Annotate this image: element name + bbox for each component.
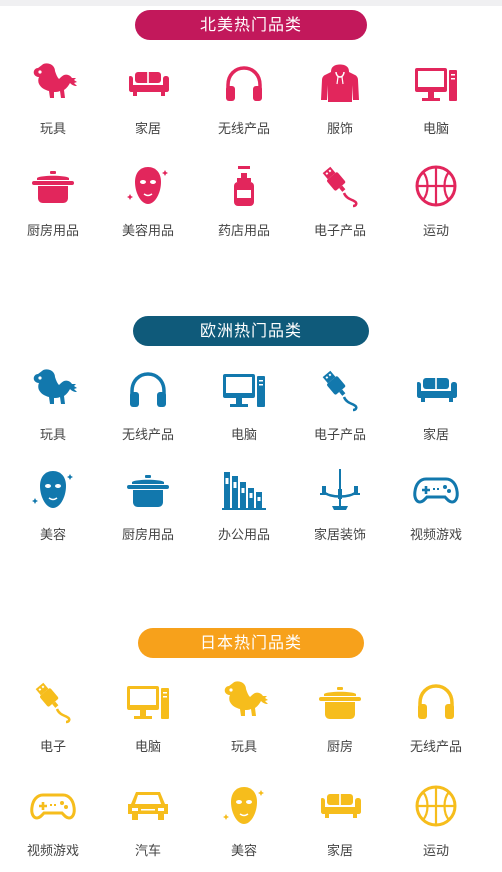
category-label: 美容用品 — [121, 224, 174, 239]
category-item[interactable]: 电脑 — [196, 366, 292, 456]
category-item[interactable]: 服饰 — [292, 60, 388, 150]
car-icon — [100, 782, 196, 830]
category-label: 汽车 — [134, 844, 161, 859]
category-item[interactable]: 美容 — [196, 782, 292, 872]
category-item[interactable]: 视频游戏 — [388, 466, 484, 556]
category-label: 运动 — [422, 224, 449, 239]
category-item[interactable]: 视频游戏 — [5, 782, 101, 872]
category-item[interactable]: 电脑 — [100, 678, 196, 768]
category-item[interactable]: 电子产品 — [292, 366, 388, 456]
category-item[interactable]: 电子产品 — [292, 162, 388, 252]
computer-icon — [388, 60, 484, 108]
gamepad-icon — [5, 782, 101, 830]
usb-cable-icon — [292, 162, 388, 210]
section-title-pill: 日本热门品类 — [138, 628, 364, 658]
category-item[interactable]: 家居 — [292, 782, 388, 872]
category-item[interactable]: 厨房用品 — [5, 162, 101, 252]
headphones-icon — [100, 366, 196, 414]
category-label: 办公用品 — [217, 528, 270, 543]
category-label: 家居 — [134, 122, 161, 137]
face-mask-icon — [100, 162, 196, 210]
category-item[interactable]: 电脑 — [388, 60, 484, 150]
category-label: 玩具 — [39, 122, 66, 137]
binders-icon — [196, 466, 292, 514]
headphones-icon — [388, 678, 484, 726]
category-label: 电脑 — [422, 122, 449, 137]
category-item[interactable]: 办公用品 — [196, 466, 292, 556]
category-item[interactable]: 玩具 — [5, 366, 101, 456]
category-label: 视频游戏 — [26, 844, 79, 859]
category-label: 电脑 — [230, 428, 257, 443]
category-label: 电子 — [39, 740, 66, 755]
chandelier-icon — [292, 466, 388, 514]
usb-cable-icon — [5, 678, 101, 726]
category-label: 家居装饰 — [313, 528, 366, 543]
category-item[interactable]: 电子 — [5, 678, 101, 768]
usb-cable-icon — [292, 366, 388, 414]
category-item[interactable]: 玩具 — [196, 678, 292, 768]
category-label: 玩具 — [39, 428, 66, 443]
category-label: 美容 — [230, 844, 257, 859]
dinosaur-icon — [5, 60, 101, 108]
category-item[interactable]: 运动 — [388, 162, 484, 252]
category-item[interactable]: 无线产品 — [100, 366, 196, 456]
gamepad-icon — [388, 466, 484, 514]
category-label: 无线产品 — [217, 122, 270, 137]
category-label: 无线产品 — [121, 428, 174, 443]
face-mask-icon — [196, 782, 292, 830]
sofa-icon — [388, 366, 484, 414]
category-item[interactable]: 运动 — [388, 782, 484, 872]
dinosaur-icon — [5, 366, 101, 414]
pump-bottle-icon — [196, 162, 292, 210]
category-item[interactable]: 药店用品 — [196, 162, 292, 252]
pot-icon — [5, 162, 101, 210]
category-item[interactable]: 厨房用品 — [100, 466, 196, 556]
category-label: 服饰 — [326, 122, 353, 137]
computer-icon — [196, 366, 292, 414]
category-label: 电脑 — [134, 740, 161, 755]
section-title-pill: 北美热门品类 — [135, 10, 367, 40]
category-label: 运动 — [422, 844, 449, 859]
category-label: 电子产品 — [313, 428, 366, 443]
category-item[interactable]: 家居装饰 — [292, 466, 388, 556]
category-item[interactable]: 美容用品 — [100, 162, 196, 252]
category-item[interactable]: 无线产品 — [388, 678, 484, 768]
category-item[interactable]: 美容 — [5, 466, 101, 556]
category-label: 玩具 — [230, 740, 257, 755]
top-bar — [0, 0, 502, 6]
category-item[interactable]: 汽车 — [100, 782, 196, 872]
category-label: 无线产品 — [409, 740, 462, 755]
category-label: 家居 — [422, 428, 449, 443]
category-label: 家居 — [326, 844, 353, 859]
dinosaur-icon — [196, 678, 292, 726]
category-item[interactable]: 无线产品 — [196, 60, 292, 150]
category-label: 厨房用品 — [26, 224, 79, 239]
category-label: 厨房 — [326, 740, 353, 755]
category-label: 视频游戏 — [409, 528, 462, 543]
category-label: 药店用品 — [217, 224, 270, 239]
section-title-pill: 欧洲热门品类 — [133, 316, 369, 346]
category-item[interactable]: 家居 — [100, 60, 196, 150]
category-label: 厨房用品 — [121, 528, 174, 543]
basketball-icon — [388, 782, 484, 830]
face-mask-icon — [5, 466, 101, 514]
sofa-icon — [292, 782, 388, 830]
category-item[interactable]: 玩具 — [5, 60, 101, 150]
computer-icon — [100, 678, 196, 726]
category-label: 美容 — [39, 528, 66, 543]
category-item[interactable]: 厨房 — [292, 678, 388, 768]
pot-icon — [292, 678, 388, 726]
category-label: 电子产品 — [313, 224, 366, 239]
basketball-icon — [388, 162, 484, 210]
headphones-icon — [196, 60, 292, 108]
sofa-icon — [100, 60, 196, 108]
hoodie-icon — [292, 60, 388, 108]
pot-icon — [100, 466, 196, 514]
category-item[interactable]: 家居 — [388, 366, 484, 456]
